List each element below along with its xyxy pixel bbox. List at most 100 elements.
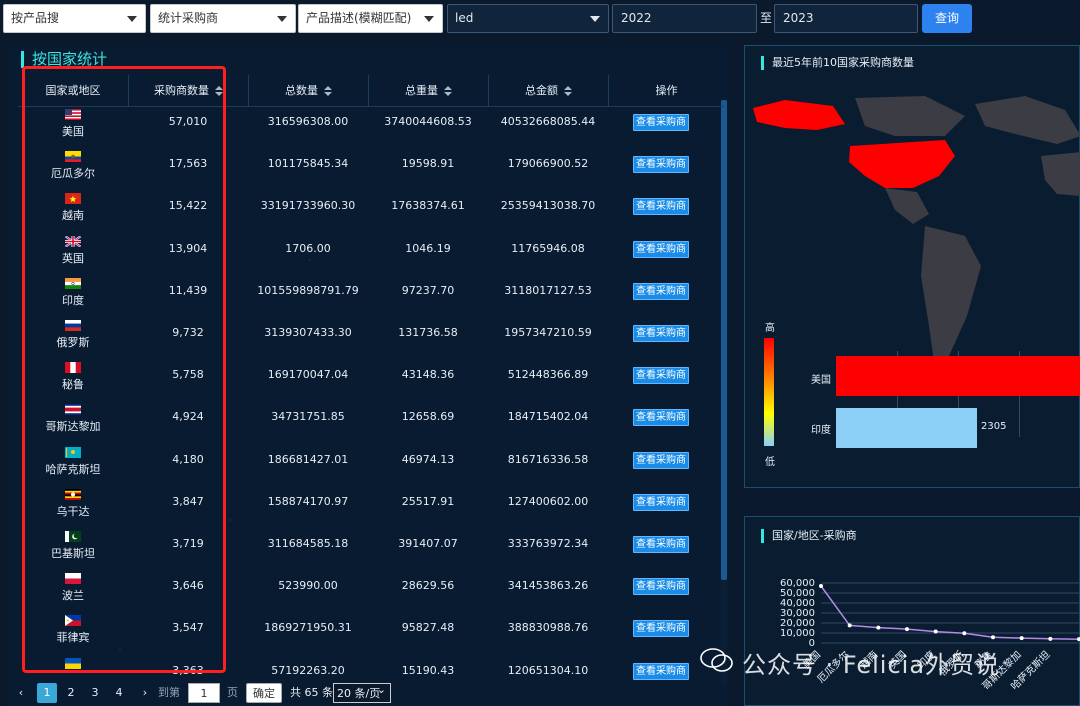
flag-gb-icon <box>65 235 81 247</box>
year-to-input[interactable]: 2023 <box>774 4 918 33</box>
bar-usa[interactable] <box>836 356 1080 396</box>
total-quantity: 57192263.20 <box>271 663 345 677</box>
buyer-count: 9,732 <box>172 326 204 339</box>
map-panel-title: 最近5年前10国家采购商数量 <box>761 56 914 70</box>
data-point[interactable] <box>1048 636 1053 641</box>
total-weight: 46974.13 <box>401 452 455 466</box>
country-name: 乌干达 <box>56 504 90 518</box>
view-buyers-button[interactable]: 查看采购商 <box>633 114 689 131</box>
view-buyers-button[interactable]: 查看采购商 <box>633 282 689 300</box>
data-point[interactable] <box>847 623 852 628</box>
table-row: 哥斯达黎加 4,924 34731751.85 12658.69 184715402.0… <box>18 404 724 446</box>
alaska-region <box>753 100 845 130</box>
country-name: 印度 <box>62 293 84 307</box>
data-point[interactable] <box>1019 636 1024 641</box>
header-action: 操作 <box>608 75 724 107</box>
world-map <box>753 96 1080 368</box>
legend-high-label: 高 <box>765 323 775 334</box>
match-mode-value: 产品描述(模糊匹配) <box>306 11 412 25</box>
country-name: 俄罗斯 <box>56 336 90 349</box>
country-name: 秘鲁 <box>62 378 84 392</box>
data-point[interactable] <box>819 583 823 588</box>
table-row: 波兰 3,646 523990.00 28629.56 341453863.26 查看采购… <box>18 573 724 615</box>
header-weight[interactable]: 总重量 <box>368 75 488 107</box>
total-amount: 333763972.34 <box>507 537 589 550</box>
sort-icon[interactable] <box>564 86 572 96</box>
bar-india[interactable] <box>836 408 977 448</box>
flag-ua-icon <box>65 657 81 669</box>
country-name: 菲律宾 <box>56 631 90 645</box>
map-panel: 最近5年前10国家采购商数量 高 低 美国 印度 2305 <box>744 45 1080 488</box>
flag-in-icon <box>65 277 81 289</box>
flag-ec-icon <box>65 151 81 163</box>
data-point[interactable] <box>933 629 938 634</box>
bar-label-india: 印度 <box>811 425 831 436</box>
legend-gradient <box>764 338 774 446</box>
year-from-input[interactable]: 2022 <box>612 4 757 33</box>
view-buyers-button[interactable]: 查看采购商 <box>633 367 689 385</box>
header-quantity[interactable]: 总数量 <box>248 75 368 107</box>
view-buyers-button[interactable]: 查看采购商 <box>633 198 689 216</box>
total-weight: 391407.07 <box>398 537 458 550</box>
table-row: 秘鲁 5,758 169170047.04 43148.36 512448366.89 查… <box>18 362 724 404</box>
data-point[interactable] <box>962 631 967 636</box>
keyword-select[interactable]: led <box>447 4 609 33</box>
page-4-button[interactable]: 4 <box>109 683 129 703</box>
country-stats-panel: 按国家统计 国家或地区 采购商数量 总数量 总重量 总金额 操作 美国 57,01… <box>8 45 730 706</box>
view-buyers-button[interactable]: 查看采购商 <box>633 536 689 553</box>
header-buyers[interactable]: 采购商数量 <box>128 75 248 107</box>
view-buyers-button[interactable]: 查看采购商 <box>633 578 689 596</box>
table-header: 国家或地区 采购商数量 总数量 总重量 总金额 操作 <box>18 75 724 107</box>
data-point[interactable] <box>905 627 909 632</box>
view-buyers-button[interactable]: 查看采购商 <box>633 493 689 511</box>
view-buyers-button[interactable]: 查看采购商 <box>633 620 689 638</box>
flag-kz-icon <box>65 446 81 458</box>
total-quantity: 316596308.00 <box>267 115 349 128</box>
total-weight: 25517.91 <box>401 494 455 508</box>
sort-icon[interactable] <box>324 86 332 96</box>
country-name: 巴基斯坦 <box>51 547 95 560</box>
view-buyers-button[interactable]: 查看采购商 <box>633 451 689 469</box>
usa-region[interactable] <box>849 140 955 188</box>
europe-region <box>1041 152 1080 196</box>
country-name: 波兰 <box>62 589 84 603</box>
next-page-button[interactable]: › <box>138 683 152 703</box>
query-button[interactable]: 查询 <box>922 4 972 33</box>
total-quantity: 1869271950.31 <box>264 621 352 635</box>
data-point[interactable] <box>876 625 881 630</box>
stat-type-select[interactable]: 统计采购商 <box>150 4 296 33</box>
match-mode-select[interactable]: 产品描述(模糊匹配) <box>298 4 443 33</box>
total-amount: 179066900.52 <box>507 157 589 171</box>
goto-confirm-button[interactable]: 确定 <box>246 683 282 703</box>
view-buyers-button[interactable]: 查看采购商 <box>633 156 689 174</box>
view-buyers-button[interactable]: 查看采购商 <box>633 240 689 258</box>
canada-region <box>855 96 965 136</box>
total-weight: 17638374.61 <box>391 199 465 213</box>
page-size-select[interactable]: 20 条/页 <box>333 680 391 703</box>
flag-cr-icon <box>65 404 81 416</box>
page-unit-label: 页 <box>227 686 238 699</box>
table-row: 俄罗斯 9,732 3139307433.30 131736.58 1957347210… <box>18 320 724 362</box>
flag-vn-icon <box>65 193 81 205</box>
greenland-region <box>975 96 1080 144</box>
country-name: 英国 <box>62 251 84 265</box>
prev-page-button[interactable]: ‹ <box>14 683 28 703</box>
buyer-count: 57,010 <box>168 115 208 128</box>
view-buyers-button[interactable]: 查看采购商 <box>633 325 689 342</box>
data-point[interactable] <box>991 635 995 640</box>
goto-page-input[interactable]: 1 <box>188 683 220 703</box>
search-mode-select[interactable]: 按产品搜 <box>3 4 146 33</box>
page-2-button[interactable]: 2 <box>61 683 81 703</box>
page-3-button[interactable]: 3 <box>85 683 105 703</box>
sort-icon[interactable] <box>444 86 452 96</box>
view-buyers-button[interactable]: 查看采购商 <box>633 409 689 427</box>
total-quantity: 3139307433.30 <box>264 326 352 339</box>
header-amount[interactable]: 总金额 <box>488 75 608 107</box>
table-row: 印度 11,439 101559898791.79 97237.70 311801712… <box>18 277 724 320</box>
south-america-region <box>921 226 981 368</box>
total-amount: 11765946.08 <box>511 241 585 255</box>
page-1-button[interactable]: 1 <box>37 683 57 703</box>
total-amount: 25359413038.70 <box>500 199 596 213</box>
view-buyers-button[interactable]: 查看采购商 <box>633 662 689 680</box>
sort-icon[interactable] <box>215 86 223 96</box>
